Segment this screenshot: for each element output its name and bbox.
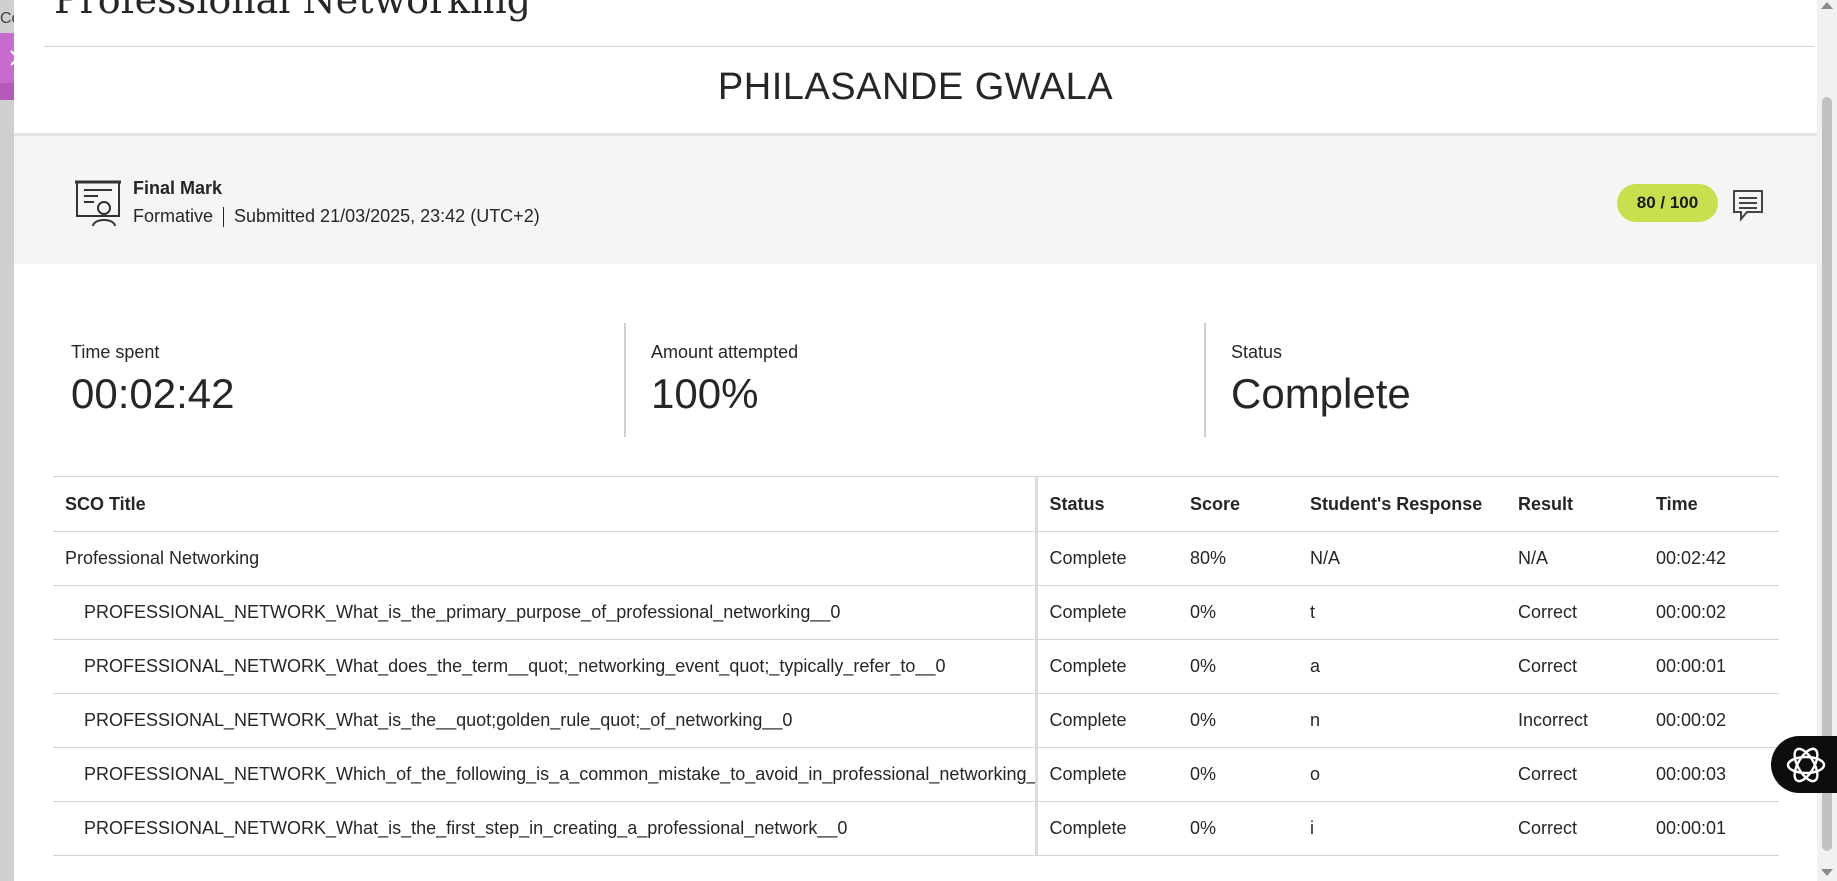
time-cell: 00:00:02 [1644, 585, 1779, 640]
title-divider [44, 46, 1814, 47]
scroll-up-arrow-icon[interactable] [1821, 2, 1833, 9]
result-cell: Correct [1506, 585, 1644, 640]
response-cell: N/A [1298, 531, 1506, 586]
ai-assistant-icon [1786, 747, 1826, 782]
table-row: PROFESSIONAL_NETWORK_Which_of_the_follow… [53, 747, 1779, 802]
sco-title-cell: PROFESSIONAL_NETWORK_What_is_the__quot;g… [53, 693, 1038, 748]
sco-results-table: SCO Title Status Score Student's Respons… [53, 476, 1779, 856]
submission-meta: Formative Submitted 21/03/2025, 23:42 (U… [133, 206, 540, 227]
submission-date: Submitted 21/03/2025, 23:42 (UTC+2) [234, 206, 540, 226]
status-cell: Complete [1036, 531, 1178, 586]
amount-attempted-label: Amount attempted [651, 342, 799, 362]
response-cell: o [1298, 747, 1506, 802]
sco-title-cell: PROFESSIONAL_NETWORK_What_does_the_term_… [53, 639, 1038, 694]
score-cell: 0% [1178, 801, 1298, 856]
sco-title-cell: PROFESSIONAL_NETWORK_Which_of_the_follow… [53, 747, 1038, 802]
time-cell: 00:02:42 [1644, 531, 1779, 586]
status-label: Status [1231, 342, 1283, 362]
time-cell: 00:00:01 [1644, 639, 1779, 694]
table-row: PROFESSIONAL_NETWORK_What_is_the_primary… [53, 585, 1779, 640]
stat-divider [1204, 323, 1206, 437]
score-badge: 80 / 100 [1617, 184, 1718, 222]
response-cell: a [1298, 639, 1506, 694]
status-cell: Complete [1036, 747, 1178, 802]
table-row: PROFESSIONAL_NETWORK_What_does_the_term_… [53, 639, 1779, 694]
sco-title-cell: Professional Networking [53, 531, 1038, 586]
student-name: PHILASANDE GWALA [717, 66, 1114, 108]
status-cell: Complete [1036, 801, 1178, 856]
column-header-score[interactable]: Score [1178, 476, 1298, 532]
time-spent-value: 00:02:42 [71, 370, 235, 417]
grade-details-panel: Professional Networking PHILASANDE GWALA… [14, 0, 1817, 881]
column-header-time[interactable]: Time [1644, 476, 1779, 532]
response-cell: t [1298, 585, 1506, 640]
result-cell: Correct [1506, 747, 1644, 802]
score-cell: 0% [1178, 747, 1298, 802]
status-cell: Complete [1036, 585, 1178, 640]
status-cell: Complete [1036, 693, 1178, 748]
result-cell: Incorrect [1506, 693, 1644, 748]
score-cell: 80% [1178, 531, 1298, 586]
column-header-result[interactable]: Result [1506, 476, 1644, 532]
time-cell: 00:00:03 [1644, 747, 1779, 802]
stat-divider [624, 323, 626, 437]
sco-title-cell: PROFESSIONAL_NETWORK_What_is_the_first_s… [53, 801, 1038, 856]
column-header-response[interactable]: Student's Response [1298, 476, 1506, 532]
time-spent-label: Time spent [71, 342, 160, 362]
status-value: Complete [1231, 370, 1411, 417]
score-cell: 0% [1178, 585, 1298, 640]
score-cell: 0% [1178, 639, 1298, 694]
response-cell: i [1298, 801, 1506, 856]
score-cell: 0% [1178, 693, 1298, 748]
final-mark-heading: Final Mark [133, 178, 223, 198]
table-row: PROFESSIONAL_NETWORK_What_is_the__quot;g… [53, 693, 1779, 748]
assessment-type: Formative [133, 206, 214, 226]
scroll-down-arrow-icon[interactable] [1821, 869, 1833, 876]
meta-separator [223, 206, 225, 227]
certificate-icon [75, 180, 121, 227]
comment-icon[interactable] [1731, 188, 1765, 222]
sco-title-cell: PROFESSIONAL_NETWORK_What_is_the_primary… [53, 585, 1038, 640]
result-cell: Correct [1506, 639, 1644, 694]
close-button-tab [0, 83, 14, 100]
time-cell: 00:00:01 [1644, 801, 1779, 856]
status-cell: Complete [1036, 639, 1178, 694]
amount-attempted-value: 100% [651, 370, 759, 417]
result-cell: N/A [1506, 531, 1644, 586]
page-title: Professional Networking [54, 0, 532, 22]
background-page: Co [0, 0, 20, 881]
table-header-row: SCO Title Status Score Student's Respons… [53, 476, 1779, 532]
time-cell: 00:00:02 [1644, 693, 1779, 748]
response-cell: n [1298, 693, 1506, 748]
table-row: Professional Networking Complete 80% N/A… [53, 531, 1779, 586]
result-cell: Correct [1506, 801, 1644, 856]
ai-assistant-button[interactable] [1771, 736, 1837, 793]
final-mark-section: Final Mark Formative Submitted 21/03/202… [14, 133, 1817, 264]
table-row: PROFESSIONAL_NETWORK_What_is_the_first_s… [53, 801, 1779, 856]
column-header-sco-title[interactable]: SCO Title [53, 476, 1038, 532]
column-header-status[interactable]: Status [1036, 476, 1178, 532]
